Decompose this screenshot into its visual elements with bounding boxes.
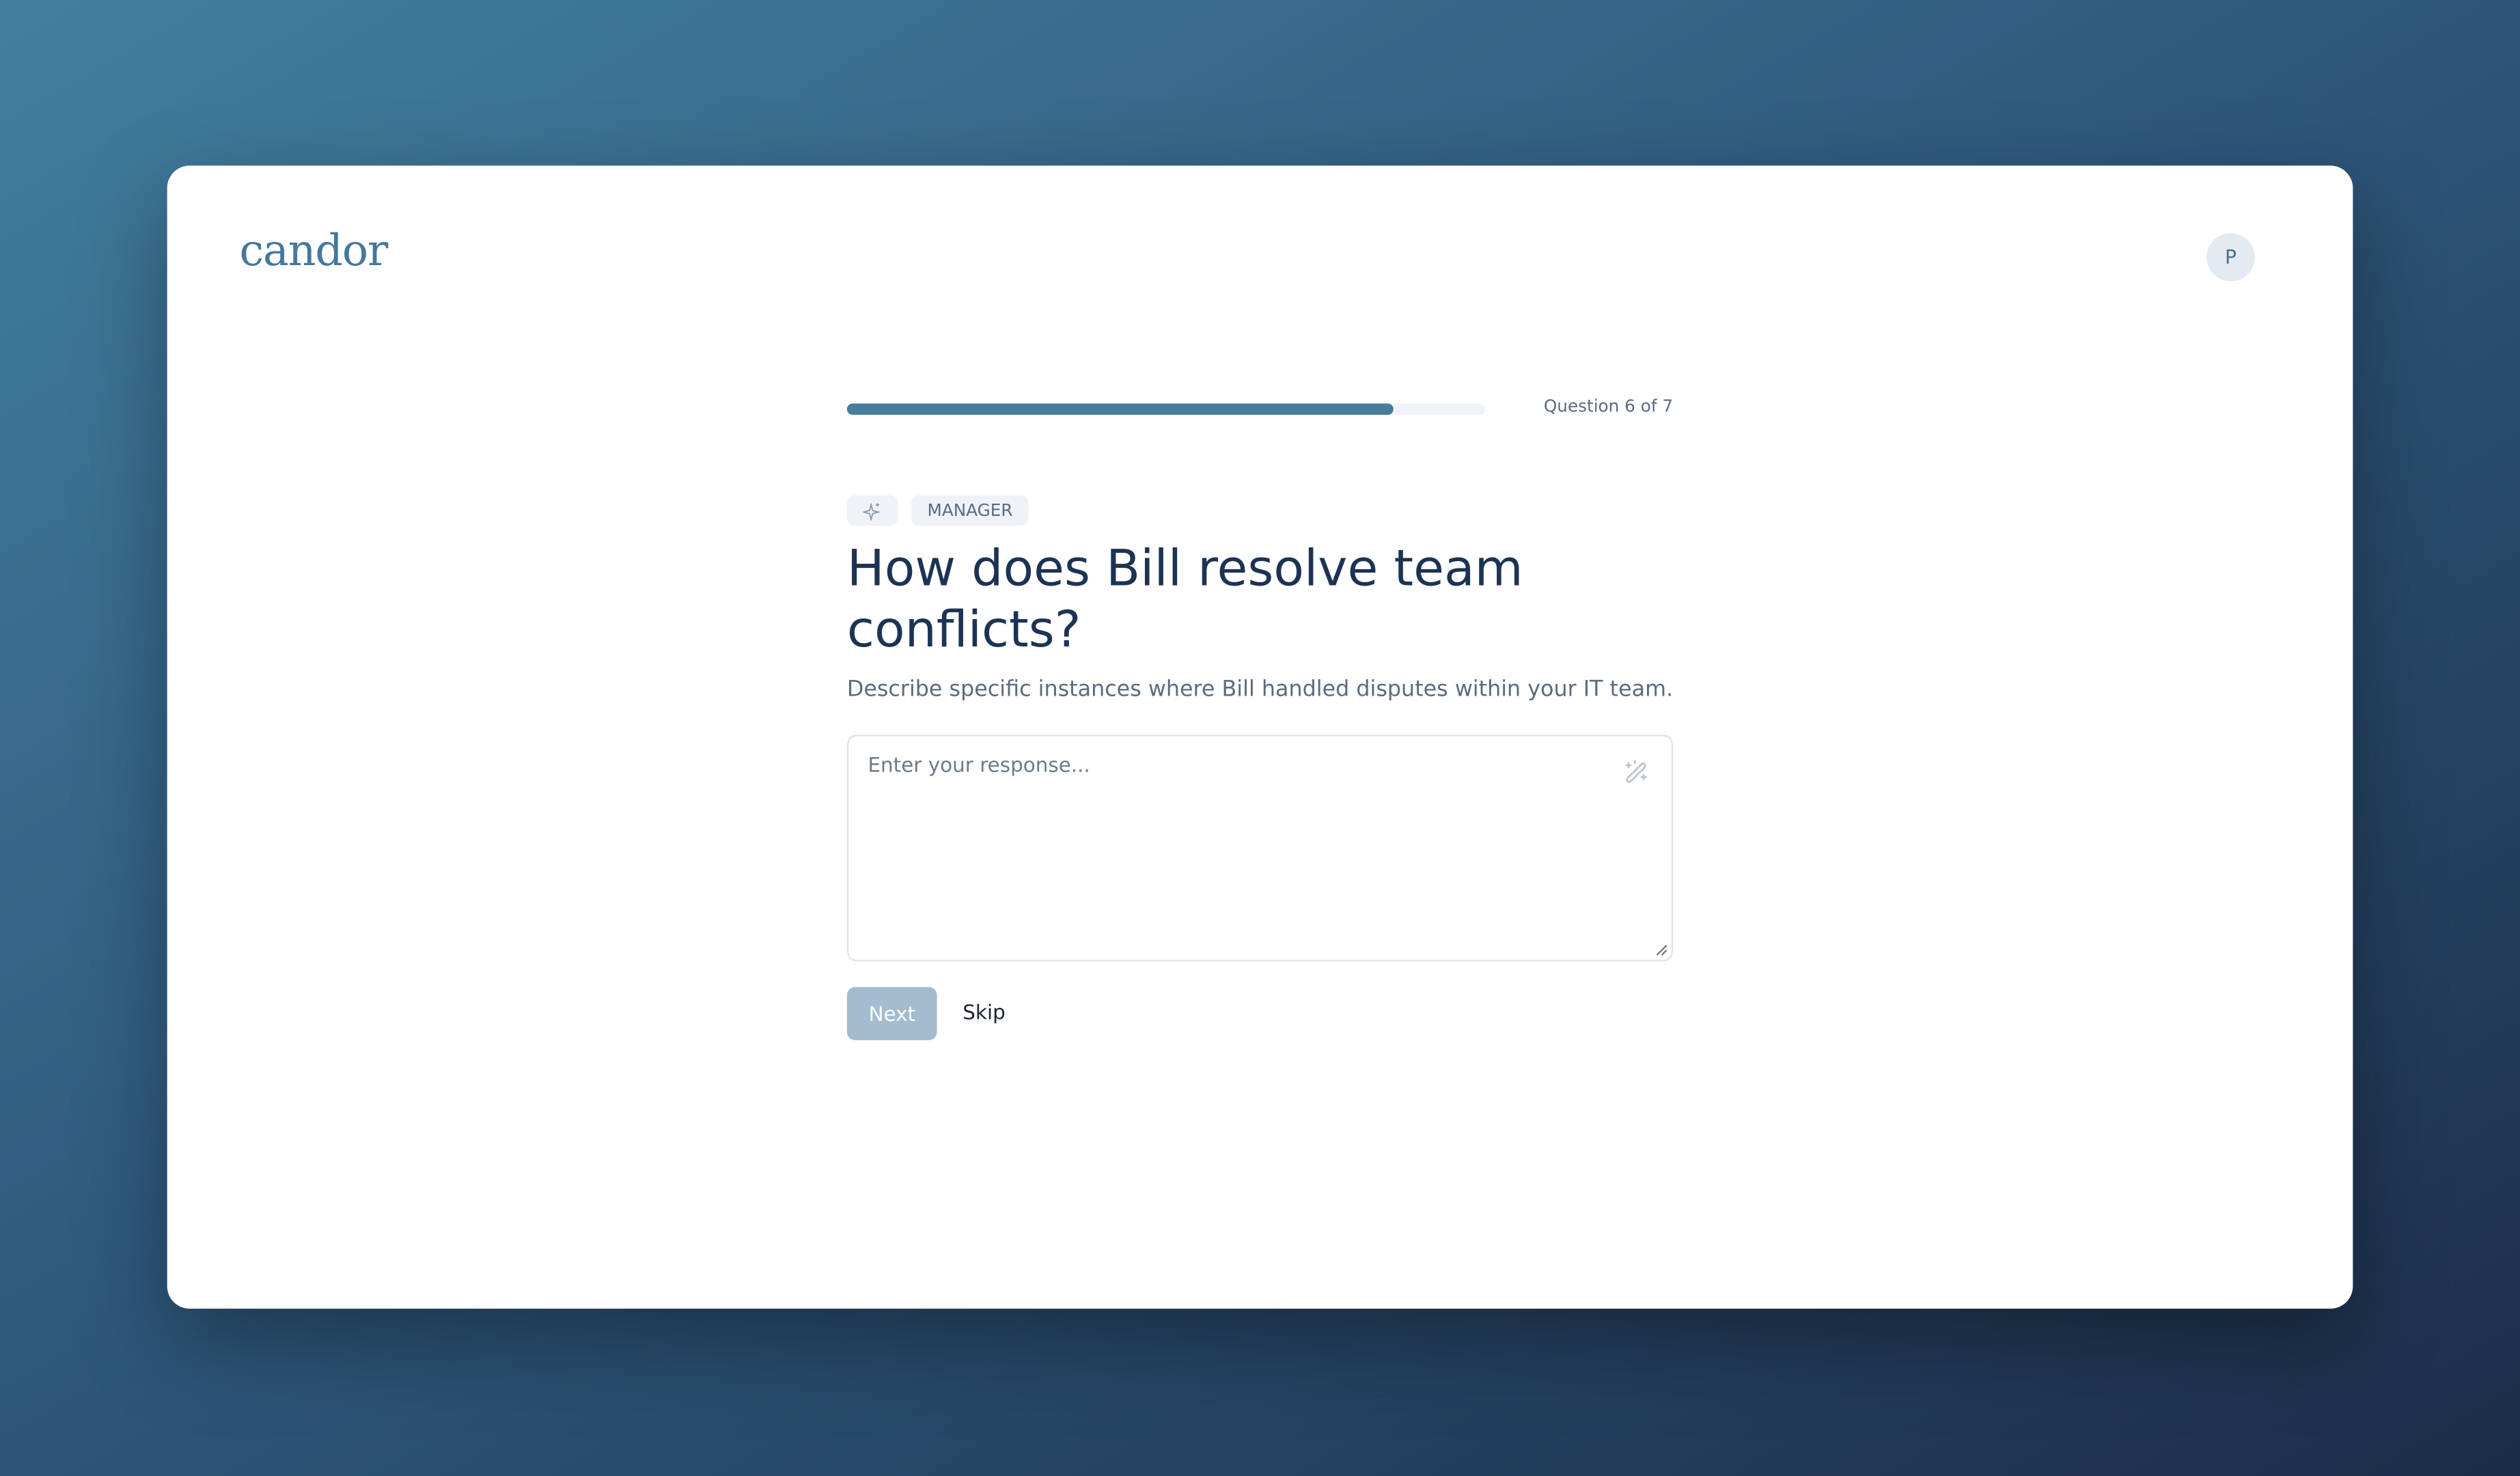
question-title: How does Bill resolve team conflicts?	[846, 540, 1523, 659]
tags: MANAGER	[846, 495, 1029, 526]
next-button[interactable]: Next	[846, 987, 937, 1041]
progress-bar	[846, 403, 1485, 415]
skip-button[interactable]: Skip	[963, 1000, 1006, 1024]
response-placeholder: Enter your response...	[868, 752, 1090, 777]
question-description: Describe specific instances where Bill h…	[846, 676, 1674, 703]
resize-handle-icon[interactable]	[1655, 944, 1668, 957]
sparkles-tag	[846, 495, 899, 526]
question-counter: Question 6 of 7	[1543, 397, 1674, 417]
app-window: candor P Question 6 of 7 MANAGER How doe…	[167, 165, 2353, 1309]
role-tag: MANAGER	[911, 495, 1029, 526]
logo: candor	[239, 226, 389, 277]
progress-fill	[846, 403, 1394, 415]
avatar[interactable]: P	[2206, 233, 2255, 282]
magic-wand-icon[interactable]	[1623, 758, 1649, 784]
sparkles-icon	[863, 502, 881, 521]
response-textarea[interactable]: Enter your response...	[846, 735, 1674, 961]
